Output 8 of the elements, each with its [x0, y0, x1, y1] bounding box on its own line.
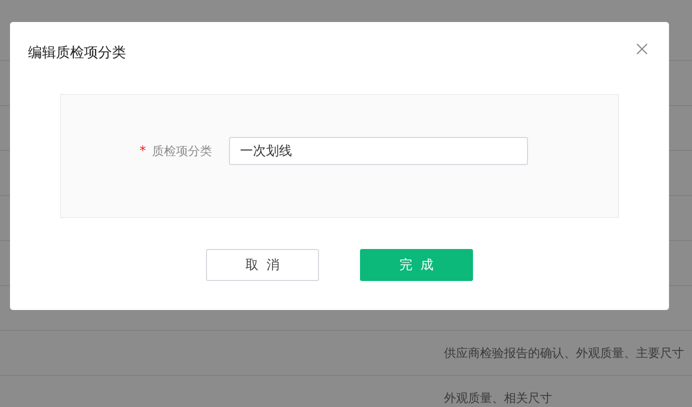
- cancel-button[interactable]: 取消: [206, 249, 319, 281]
- table-cell: 供应商检验报告的确认、外观质量、主要尺寸: [444, 344, 684, 362]
- field-label: 质检项分类: [152, 142, 212, 160]
- table-cell: 外观质量、相关尺寸: [444, 390, 552, 406]
- dialog-title: 编辑质检项分类: [28, 45, 126, 61]
- required-mark: *: [140, 144, 146, 158]
- input-field[interactable]: 一次划线: [229, 137, 528, 165]
- close-icon[interactable]: [636, 43, 648, 55]
